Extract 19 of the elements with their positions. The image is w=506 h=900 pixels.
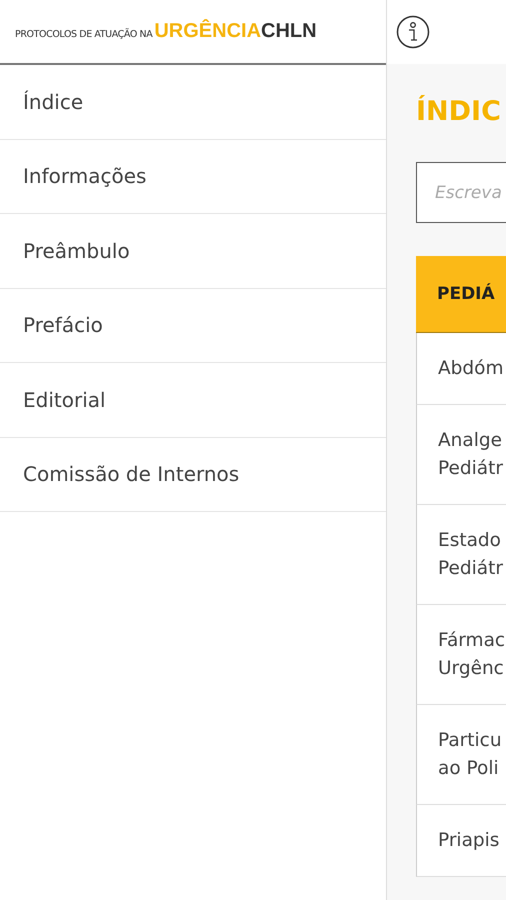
- logo-text: CHLN: [261, 20, 317, 43]
- table-row[interactable]: Fármac Urgênc: [416, 605, 506, 705]
- menu-item[interactable]: Índice: [0, 65, 386, 140]
- menu-item[interactable]: Editorial: [0, 363, 386, 438]
- table-row[interactable]: Priapis: [416, 805, 506, 877]
- page-title: ÍNDIC: [416, 96, 502, 129]
- menu-item[interactable]: Preâmbulo: [0, 214, 386, 288]
- table-row[interactable]: Abdóm: [416, 333, 506, 405]
- menu-item[interactable]: Comissão de Internos: [0, 438, 386, 512]
- table-row[interactable]: Analge Pediátr: [416, 405, 506, 505]
- table-header: PEDIÁ: [416, 256, 506, 333]
- info-icon[interactable]: [396, 15, 430, 49]
- menu-item[interactable]: Informações: [0, 140, 386, 214]
- table-row[interactable]: Particu ao Poli: [416, 705, 506, 805]
- menu-item[interactable]: Prefácio: [0, 288, 386, 363]
- logo-tagline: PROTOCOLOS DE ATUAÇÃO NA: [15, 29, 152, 40]
- search-field[interactable]: Escreva: [416, 162, 506, 223]
- logo-text: URGÊNCIA: [154, 20, 262, 43]
- table-row[interactable]: Estado Pediátr: [416, 505, 506, 605]
